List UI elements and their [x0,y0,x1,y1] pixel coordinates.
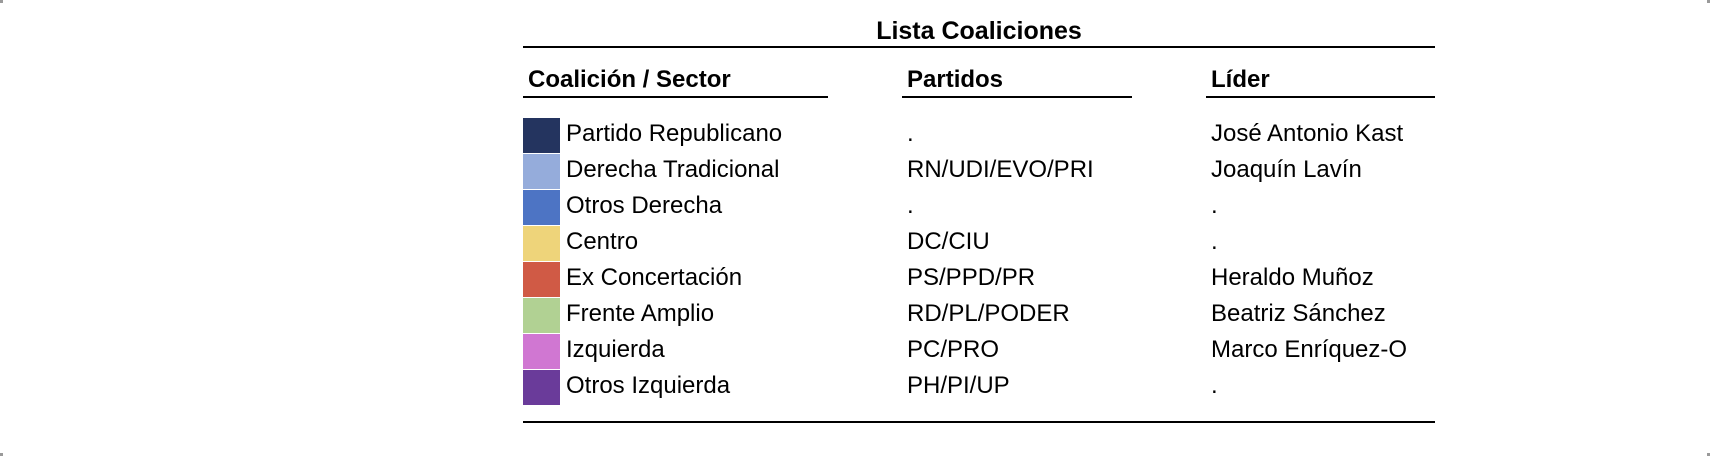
coalition-leader: . [1211,372,1218,399]
table-row: Frente Amplio RD/PL/PODER Beatriz Sánche… [0,297,1710,333]
coalition-parties: . [907,192,914,219]
color-swatch [523,262,560,297]
table-row: Centro DC/CIU . [0,225,1710,261]
coalition-parties: RD/PL/PODER [907,300,1070,327]
color-swatch [523,118,560,153]
table-row: Derecha Tradicional RN/UDI/EVO/PRI Joaqu… [0,153,1710,189]
coalition-parties: RN/UDI/EVO/PRI [907,156,1094,183]
coalition-name: Otros Derecha [566,192,723,219]
bottom-rule [523,421,1435,423]
coalition-parties: PS/PPD/PR [907,264,1036,291]
coalition-name: Otros Izquierda [566,372,731,399]
table-row: Otros Izquierda PH/PI/UP . [0,369,1710,405]
color-swatch [523,154,560,189]
coalition-name: Centro [566,228,639,255]
coalition-leader: Joaquín Lavín [1211,156,1362,183]
coalition-name: Izquierda [566,336,665,363]
column-rule-parties [902,96,1132,98]
column-header-coalition: Coalición / Sector [528,66,731,93]
table-row: Ex Concertación PS/PPD/PR Heraldo Muñoz [0,261,1710,297]
coalition-leader: Beatriz Sánchez [1211,300,1386,327]
coalition-table-body: Partido Republicano . José Antonio Kast … [0,117,1710,405]
coalition-name: Frente Amplio [566,300,715,327]
coalition-parties: . [907,120,914,147]
top-rule [523,46,1435,48]
table-row: Partido Republicano . José Antonio Kast [0,117,1710,153]
coalition-parties: PC/PRO [907,336,1000,363]
coalition-leader: Marco Enríquez-O [1211,336,1408,363]
coalition-name: Partido Republicano [566,120,783,147]
color-swatch [523,190,560,225]
frame-corner [0,0,3,3]
color-swatch [523,226,560,261]
coalition-leader: José Antonio Kast [1211,120,1404,147]
table-title: Lista Coaliciones [876,17,1082,45]
column-rule-coalition [523,96,828,98]
coalition-name: Ex Concertación [566,264,743,291]
table-row: Otros Derecha . . [0,189,1710,225]
coalition-name: Derecha Tradicional [566,156,780,183]
column-header-leader: Líder [1211,66,1270,93]
coalition-parties: PH/PI/UP [907,372,1010,399]
coalition-leader: Heraldo Muñoz [1211,264,1374,291]
coalition-leader: . [1211,228,1218,255]
column-header-parties: Partidos [907,66,1004,93]
color-swatch [523,334,560,369]
color-swatch [523,298,560,333]
table-row: Izquierda PC/PRO Marco Enríquez-O [0,333,1710,369]
column-rule-leader [1206,96,1435,98]
coalition-leader: . [1211,192,1218,219]
color-swatch [523,370,560,405]
coalition-parties: DC/CIU [907,228,990,255]
